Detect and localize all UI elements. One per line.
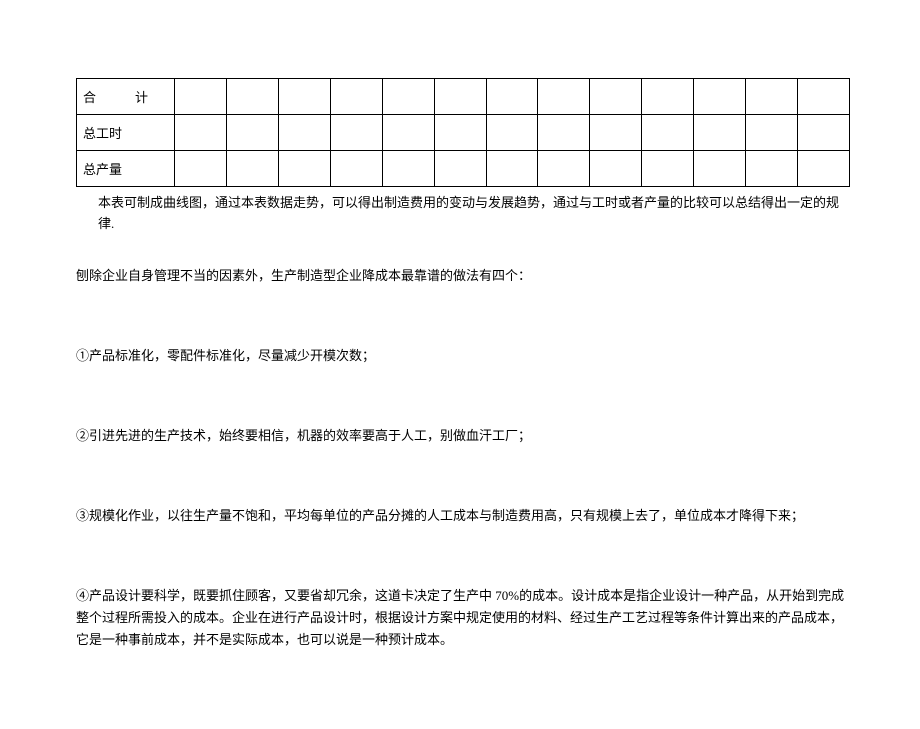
table-cell [330, 151, 382, 187]
row-label: 总产量 [77, 151, 175, 187]
table-cell [330, 79, 382, 115]
list-item-1: ①产品标准化，零配件标准化，尽量减少开模次数； [76, 345, 850, 367]
table-cell [642, 79, 694, 115]
table-cell [694, 115, 746, 151]
table-cell [278, 151, 330, 187]
table-cell [434, 79, 486, 115]
list-item-4: ④产品设计要科学，既要抓住顾客，又要省却冗余，这道卡决定了生产中 70%的成本。… [76, 585, 850, 651]
table-cell [486, 115, 538, 151]
table-cell [590, 79, 642, 115]
list-item-3: ③规模化作业，以往生产量不饱和，平均每单位的产品分摊的人工成本与制造费用高，只有… [76, 505, 850, 527]
table-cell [642, 151, 694, 187]
table-cell [746, 151, 798, 187]
table-cell [434, 115, 486, 151]
table-cell [694, 79, 746, 115]
table-cell [590, 151, 642, 187]
table-note: 本表可制成曲线图，通过本表数据走势，可以得出制造费用的变动与发展趋势，通过与工时… [76, 193, 850, 235]
table-cell [278, 79, 330, 115]
row-label: 合 计 [77, 79, 175, 115]
table-cell [175, 151, 227, 187]
table-cell [590, 115, 642, 151]
table-cell [226, 79, 278, 115]
table-cell [382, 79, 434, 115]
table-cell [798, 79, 850, 115]
row-label: 总工时 [77, 115, 175, 151]
table-cell [382, 151, 434, 187]
table-cell [642, 115, 694, 151]
table-cell [434, 151, 486, 187]
table-row: 总产量 [77, 151, 850, 187]
table-cell [746, 115, 798, 151]
table-cell [382, 115, 434, 151]
summary-table: 合 计总工时总产量 [76, 78, 850, 187]
list-item-2: ②引进先进的生产技术，始终要相信，机器的效率要高于人工，别做血汗工厂； [76, 425, 850, 447]
table-cell [538, 79, 590, 115]
table-cell [226, 151, 278, 187]
table-cell [175, 115, 227, 151]
table-row: 总工时 [77, 115, 850, 151]
table-cell [798, 115, 850, 151]
table-cell [538, 115, 590, 151]
table-cell [226, 115, 278, 151]
table-cell [278, 115, 330, 151]
table-cell [175, 79, 227, 115]
table-cell [486, 151, 538, 187]
table-cell [538, 151, 590, 187]
table-cell [486, 79, 538, 115]
table-cell [330, 115, 382, 151]
intro-paragraph: 刨除企业自身管理不当的因素外，生产制造型企业降成本最靠谱的做法有四个： [76, 265, 850, 287]
table-row: 合 计 [77, 79, 850, 115]
table-cell [798, 151, 850, 187]
table-cell [694, 151, 746, 187]
table-cell [746, 79, 798, 115]
